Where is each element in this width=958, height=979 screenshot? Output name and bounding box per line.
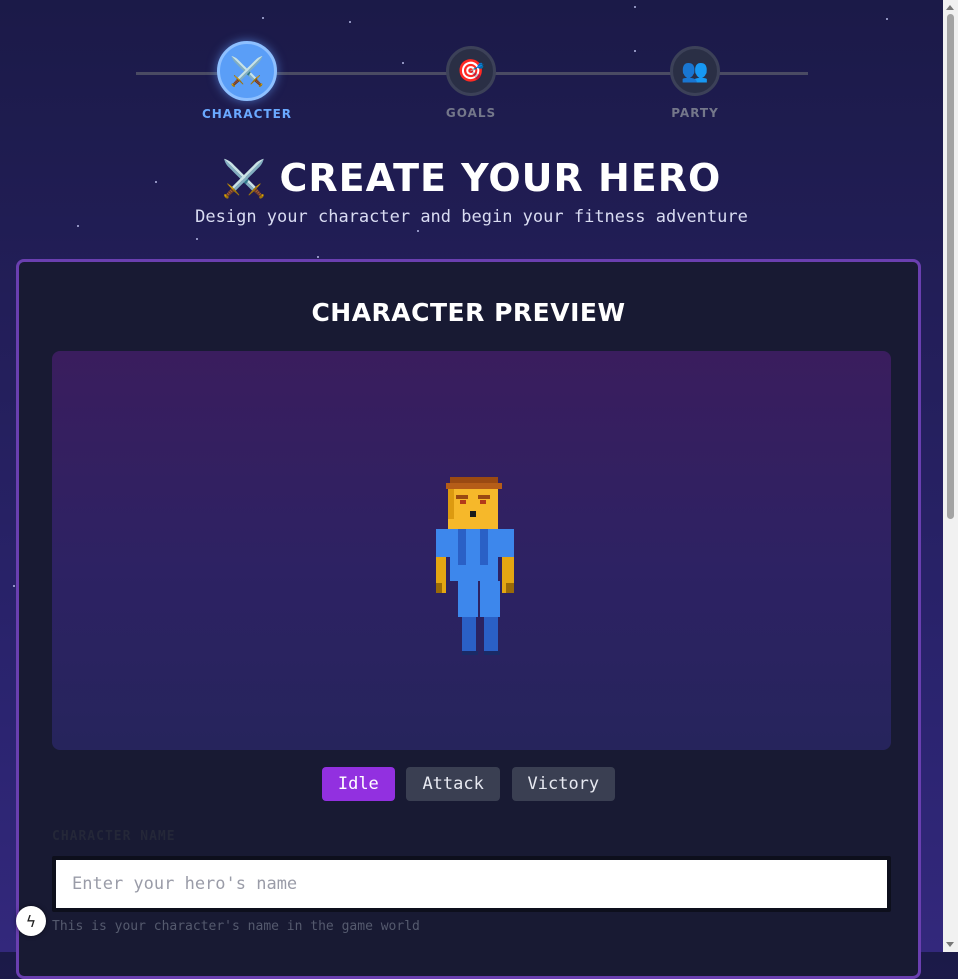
step-character-label: CHARACTER [201,107,293,121]
character-card: CHARACTER PREVIEW Idle Attack Victory CH… [16,259,921,979]
victory-button[interactable]: Victory [511,767,616,801]
target-icon: 🎯 [446,46,496,96]
progress-stepper: ⚔️ CHARACTER 🎯 GOALS 👥 PARTY [0,0,943,130]
idle-button[interactable]: Idle [321,767,395,801]
character-name-helper: This is your character's name in the gam… [52,919,420,934]
page-subtitle: Design your character and begin your fit… [195,207,748,227]
hero-sprite [436,477,514,655]
page-title-text: CREATE YOUR HERO [279,156,722,200]
step-goals[interactable]: 🎯 GOALS [401,46,541,120]
lightning-icon[interactable]: ϟ [16,906,46,936]
crossed-swords-icon: ⚔️ [217,41,277,101]
scroll-down-icon[interactable] [946,942,954,947]
character-name-label: CHARACTER NAME [52,829,176,844]
step-goals-label: GOALS [445,106,497,120]
page-title: ⚔️ CREATE YOUR HERO [0,156,943,200]
scrollbar-thumb[interactable] [947,14,954,519]
attack-button[interactable]: Attack [406,767,500,801]
character-preview-stage [52,351,891,750]
step-character[interactable]: ⚔️ CHARACTER [177,41,317,121]
step-party-label: PARTY [671,106,719,120]
party-icon: 👥 [670,46,720,96]
crossed-swords-icon: ⚔️ [221,159,268,200]
scroll-up-icon[interactable] [946,5,954,10]
character-name-input[interactable] [52,856,891,912]
animation-selector: Idle Attack Victory [19,767,918,801]
page-scrollbar[interactable] [943,0,958,952]
card-title: CHARACTER PREVIEW [311,298,626,327]
step-party[interactable]: 👥 PARTY [625,46,765,120]
